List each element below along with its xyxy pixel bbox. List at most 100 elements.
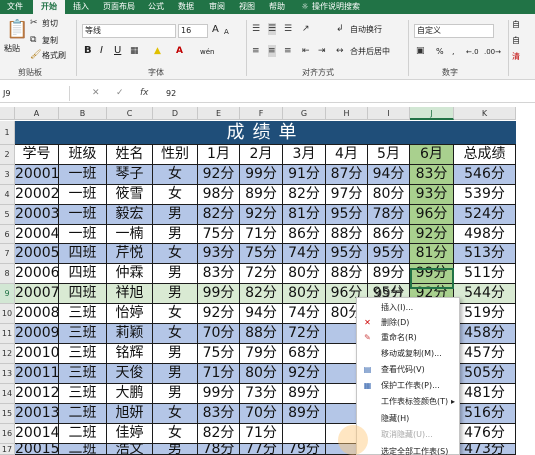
row-header-6[interactable]: 6 <box>0 225 15 244</box>
wrap-text-button[interactable]: 自动换行 <box>350 25 382 35</box>
grid-cell[interactable]: 20014 <box>15 424 59 444</box>
grid-cell[interactable]: 539分 <box>454 185 516 205</box>
row-header-15[interactable]: 15 <box>0 404 15 424</box>
grid-cell[interactable]: 99分 <box>198 284 240 304</box>
grid-cell[interactable]: 481分 <box>454 384 516 404</box>
bold-button[interactable]: B <box>84 46 92 56</box>
grid-cell[interactable]: 78分 <box>368 205 410 225</box>
fill-button[interactable]: 自 <box>512 36 520 46</box>
name-box[interactable]: J9 <box>0 86 70 101</box>
grid-cell[interactable]: 96分 <box>410 205 454 225</box>
grid-cell[interactable]: 二班 <box>59 424 107 444</box>
grid-cell[interactable]: 天俊 <box>107 364 153 384</box>
grid-cell[interactable]: 20013 <box>15 404 59 424</box>
grid-cell[interactable]: 20009 <box>15 324 59 344</box>
grid-cell[interactable]: 544分 <box>454 284 516 304</box>
grid-cell[interactable]: 89分 <box>240 185 283 205</box>
grid-cell[interactable]: 筱雪 <box>107 185 153 205</box>
row-header-16[interactable]: 16 <box>0 424 15 444</box>
grid-cell[interactable]: 三班 <box>59 364 107 384</box>
column-header-e[interactable]: E <box>198 107 240 120</box>
grid-cell[interactable]: 92分 <box>240 205 283 225</box>
column-header-c[interactable]: C <box>107 107 153 120</box>
align-right-icon[interactable]: ≡ <box>284 45 292 57</box>
border-icon[interactable]: ▦ <box>130 45 139 57</box>
format-painter-icon[interactable]: 🖌 <box>30 49 41 61</box>
grid-cell[interactable]: 82分 <box>198 205 240 225</box>
menu-item-insert[interactable]: 插入(I)... <box>357 300 461 315</box>
cut-button[interactable]: 剪切 <box>42 19 58 29</box>
grid-cell[interactable]: 80分 <box>368 185 410 205</box>
grid-cell[interactable]: 498分 <box>454 225 516 244</box>
grid-cell[interactable]: 82分 <box>198 424 240 444</box>
font-color-icon[interactable]: A <box>176 45 183 57</box>
grid-cell[interactable]: 458分 <box>454 324 516 344</box>
grid-cell[interactable]: 77分 <box>240 444 283 455</box>
row-header-7[interactable]: 7 <box>0 244 15 264</box>
orientation-icon[interactable]: ↗ <box>302 23 310 35</box>
grid-cell[interactable]: 怡婷 <box>107 304 153 324</box>
grid-cell[interactable]: 91分 <box>283 165 326 185</box>
grid-cell[interactable]: 女 <box>153 165 198 185</box>
grid-cell[interactable]: 83分 <box>198 264 240 284</box>
grid-cell[interactable]: 20012 <box>15 384 59 404</box>
decrease-decimal-button[interactable]: .00→ <box>484 47 501 57</box>
grid-cell[interactable]: 73分 <box>240 384 283 404</box>
header-cell[interactable]: 1月 <box>198 145 240 165</box>
grid-cell[interactable]: 二班 <box>59 404 107 424</box>
grid-cell[interactable]: 女 <box>153 324 198 344</box>
grid-cell[interactable]: 83分 <box>410 165 454 185</box>
cut-icon[interactable]: ✂ <box>30 17 38 29</box>
tell-me-search[interactable]: 操作说明搜索 <box>312 0 382 14</box>
grid-cell[interactable]: 524分 <box>454 205 516 225</box>
formula-input[interactable]: 92 <box>166 86 176 101</box>
grid-cell[interactable]: 88分 <box>326 264 368 284</box>
header-cell[interactable]: 4月 <box>326 145 368 165</box>
column-header-k[interactable]: K <box>454 107 516 120</box>
header-cell[interactable]: 总成绩 <box>454 145 516 165</box>
phonetic-button[interactable]: wén <box>200 47 214 57</box>
row-header-17[interactable]: 17 <box>0 444 15 455</box>
tab-formulas[interactable]: 公式 <box>143 0 169 14</box>
grid-cell[interactable]: 99分 <box>240 165 283 185</box>
grid-cell[interactable]: 80分 <box>283 264 326 284</box>
row-header-14[interactable]: 14 <box>0 384 15 404</box>
grow-font-button[interactable]: A <box>212 25 219 35</box>
align-center-icon[interactable]: ≡ <box>268 45 276 57</box>
grid-cell[interactable]: 97分 <box>326 185 368 205</box>
tab-home[interactable]: 开始 <box>33 0 65 14</box>
format-painter-button[interactable]: 格式刷 <box>42 51 66 61</box>
grid-cell[interactable]: 72分 <box>240 264 283 284</box>
grid-cell[interactable]: 20002 <box>15 185 59 205</box>
menu-item-select-all-sheets[interactable]: 选定全部工作表(S) <box>357 444 461 455</box>
header-cell[interactable]: 姓名 <box>107 145 153 165</box>
increase-decimal-button[interactable]: ←.0 <box>466 47 479 57</box>
grid-cell[interactable]: 86分 <box>283 225 326 244</box>
grid-cell[interactable]: 79分 <box>240 344 283 364</box>
grid-cell[interactable]: 男 <box>153 225 198 244</box>
column-header-f[interactable]: F <box>240 107 283 120</box>
column-header-g[interactable]: G <box>283 107 326 120</box>
tab-view[interactable]: 视图 <box>234 0 260 14</box>
sheet-title[interactable]: 成绩单 <box>15 121 516 145</box>
align-middle-icon[interactable]: ☰ <box>268 23 277 35</box>
grid-cell[interactable]: 莉颖 <box>107 324 153 344</box>
grid-cell[interactable]: 82分 <box>283 185 326 205</box>
grid-cell[interactable]: 476分 <box>454 424 516 444</box>
column-header-j[interactable]: J <box>410 107 454 120</box>
menu-item-tab-color[interactable]: 工作表标签颜色(T) ▸ <box>357 394 461 409</box>
grid-cell[interactable]: 男 <box>153 284 198 304</box>
row-header-5[interactable]: 5 <box>0 205 15 225</box>
percent-button[interactable]: % <box>436 47 444 57</box>
grid-cell[interactable]: 琴子 <box>107 165 153 185</box>
grid-cell[interactable]: 毅宏 <box>107 205 153 225</box>
grid-cell[interactable]: 80分 <box>240 364 283 384</box>
grid-cell[interactable]: 71分 <box>240 225 283 244</box>
grid-cell[interactable]: 20007 <box>15 284 59 304</box>
menu-item-hide[interactable]: 隐藏(H) <box>357 411 461 426</box>
grid-cell[interactable]: 93分 <box>198 244 240 264</box>
grid-cell[interactable]: 女 <box>153 244 198 264</box>
grid-cell[interactable]: 佳婷 <box>107 424 153 444</box>
grid-cell[interactable]: 546分 <box>454 165 516 185</box>
menu-item-rename[interactable]: ✎ 重命名(R) <box>357 330 461 345</box>
